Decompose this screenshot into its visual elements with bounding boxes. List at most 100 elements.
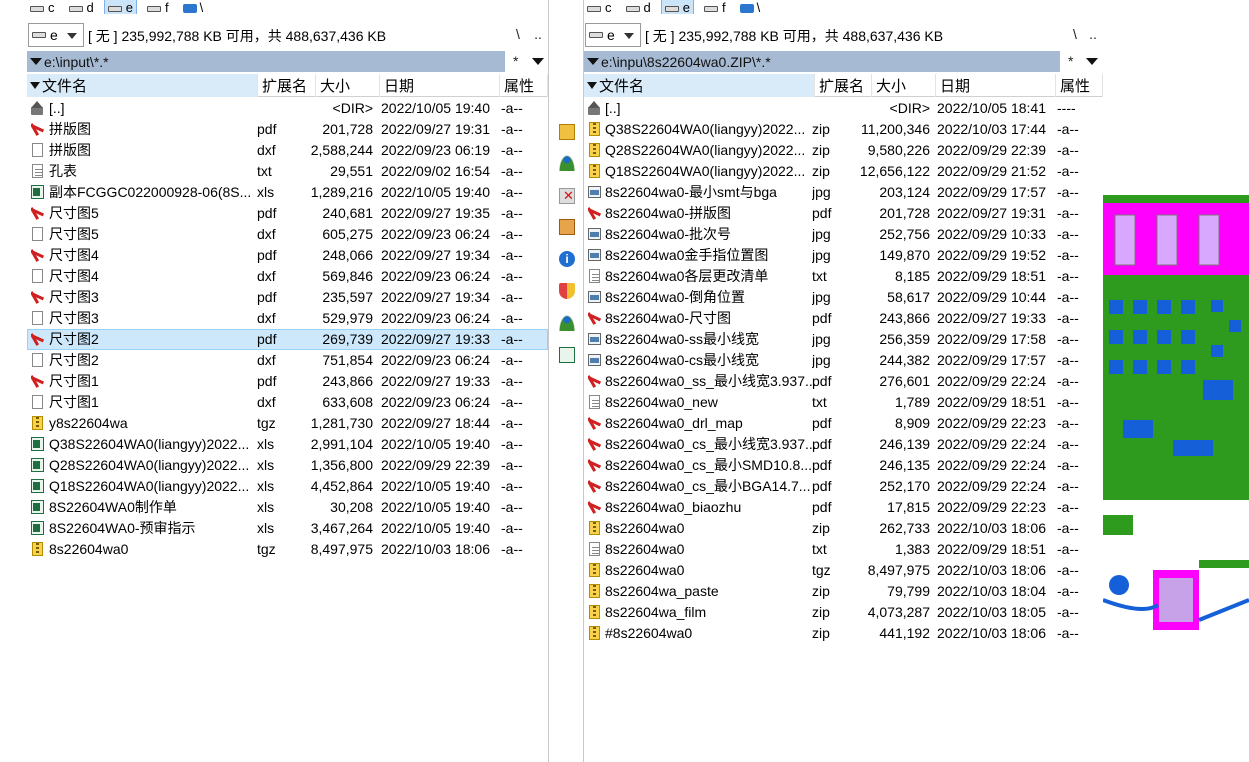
file-row[interactable]: 尺寸图4 dxf 569,846 2022/09/23 06:24 -a-- (27, 266, 548, 287)
file-row[interactable]: 8s22604wa0-批次号 jpg 252,756 2022/09/29 10:33… (584, 224, 1103, 245)
mail-icon[interactable] (559, 124, 575, 140)
filter-dropdown-icon[interactable] (1086, 58, 1098, 65)
file-row[interactable]: Q28S22604WA0(liangyy)2022... zip 9,580,226… (584, 140, 1103, 161)
file-row[interactable]: 拼版图 pdf 201,728 2022/09/27 19:31 -a-- (27, 119, 548, 140)
file-row[interactable]: #8s22604wa0 zip 441,192 2022/10/03 18:06 -a-… (584, 623, 1103, 644)
column-size[interactable]: 大小 (316, 74, 380, 97)
file-row[interactable]: Q38S22604WA0(liangyy)2022... zip 11,200,34… (584, 119, 1103, 140)
file-size: 569,846 (322, 268, 373, 284)
drive-button-network[interactable]: \ (180, 0, 207, 14)
archive-icon (589, 605, 600, 619)
file-row[interactable]: 8s22604wa0 tgz 8,497,975 2022/10/03 18:06 -a… (27, 539, 548, 560)
filter-button[interactable]: * (513, 53, 518, 69)
file-row[interactable]: [..] <DIR> 2022/10/05 18:41 ---- (584, 98, 1103, 119)
file-row[interactable]: 8s22604wa_film zip 4,073,287 2022/10/03 18:… (584, 602, 1103, 623)
pcb-cam-view[interactable] (1103, 0, 1249, 762)
file-row[interactable]: 尺寸图1 dxf 633,608 2022/09/23 06:24 -a-- (27, 392, 548, 413)
file-row[interactable]: 8S22604WA0-预审指示 xls 3,467,264 2022/10/05 19… (27, 518, 548, 539)
path-field[interactable]: e:\inpu\8s22604wa0.ZIP\*.* (584, 51, 1060, 72)
drive-button-e[interactable]: e (660, 0, 694, 14)
file-row[interactable]: 8s22604wa0_biaozhu pdf 17,815 2022/09/29 22… (584, 497, 1103, 518)
column-attr[interactable]: 属性 (1056, 74, 1103, 97)
pdf-icon (588, 374, 602, 389)
users-icon[interactable] (559, 155, 575, 171)
file-row[interactable]: 尺寸图2 dxf 751,854 2022/09/23 06:24 -a-- (27, 350, 548, 371)
drive-select[interactable]: e (28, 23, 84, 47)
file-size: 605,275 (322, 226, 373, 242)
file-row[interactable]: 尺寸图1 pdf 243,866 2022/09/27 19:33 -a-- (27, 371, 548, 392)
file-row[interactable]: 8s22604wa0_ss_最小线宽3.937... pdf 276,601 2022… (584, 371, 1103, 392)
photo-icon[interactable] (559, 219, 575, 235)
file-row[interactable]: 8s22604wa0_new txt 1,789 2022/09/29 18:51 -a… (584, 392, 1103, 413)
file-row[interactable]: 8s22604wa0_cs_最小SMD10.8... pdf 246,135 2022… (584, 455, 1103, 476)
file-row[interactable]: Q18S22604WA0(liangyy)2022... xls 4,452,864… (27, 476, 548, 497)
file-row[interactable]: 尺寸图3 dxf 529,979 2022/09/23 06:24 -a-- (27, 308, 548, 329)
filter-button[interactable]: * (1068, 53, 1073, 69)
file-row[interactable]: 孔表 txt 29,551 2022/09/02 16:54 -a-- (27, 161, 548, 182)
file-row[interactable]: Q28S22604WA0(liangyy)2022... xls 1,356,800… (27, 455, 548, 476)
delete-icon[interactable] (559, 188, 575, 204)
drive-button-c[interactable]: c (584, 0, 615, 14)
up-button[interactable]: .. (529, 26, 547, 42)
file-row[interactable]: 8s22604wa0-倒角位置 jpg 58,617 2022/09/29 10:44… (584, 287, 1103, 308)
file-name: 8s22604wa0-拼版图 (605, 205, 732, 221)
drive-button-network[interactable]: \ (737, 0, 764, 14)
filter-dropdown-icon[interactable] (532, 58, 544, 65)
column-attr[interactable]: 属性 (500, 74, 548, 97)
file-row[interactable]: 8s22604wa0 tgz 8,497,975 2022/10/03 18:06 -a… (584, 560, 1103, 581)
column-ext[interactable]: 扩展名 (815, 74, 872, 97)
drive-button-f[interactable]: f (701, 0, 729, 14)
root-button[interactable]: \ (509, 26, 527, 42)
drive-button-f[interactable]: f (144, 0, 172, 14)
column-date[interactable]: 日期 (380, 74, 500, 97)
file-row[interactable]: 尺寸图5 dxf 605,275 2022/09/23 06:24 -a-- (27, 224, 548, 245)
drive-button-e[interactable]: e (103, 0, 137, 14)
file-row[interactable]: 8s22604wa0-尺寸图 pdf 243,866 2022/09/27 19:33… (584, 308, 1103, 329)
file-row[interactable]: 8s22604wa0-cs最小线宽 jpg 244,382 2022/09/29 17… (584, 350, 1103, 371)
file-row[interactable]: [..] <DIR> 2022/10/05 19:40 -a-- (27, 98, 548, 119)
history-dropdown-icon[interactable] (30, 58, 42, 65)
file-row[interactable]: 8s22604wa0-ss最小线宽 jpg 256,359 2022/09/29 17… (584, 329, 1103, 350)
column-date[interactable]: 日期 (936, 74, 1056, 97)
column-name[interactable]: 文件名 (584, 74, 815, 97)
excel-icon[interactable] (559, 347, 575, 363)
root-button[interactable]: \ (1066, 26, 1084, 42)
file-row[interactable]: 8S22604WA0制作单 xls 30,208 2022/10/05 19:40 -a… (27, 497, 548, 518)
info-icon[interactable]: i (559, 251, 575, 267)
file-row[interactable]: 8s22604wa0 zip 262,733 2022/10/03 18:06 -a-- (584, 518, 1103, 539)
file-row[interactable]: 尺寸图3 pdf 235,597 2022/09/27 19:34 -a-- (27, 287, 548, 308)
users-icon[interactable] (559, 315, 575, 331)
file-row[interactable]: 副本FCGGC022000928-06(8S... xls 1,289,216 202… (27, 182, 548, 203)
file-row[interactable]: 8s22604wa0_cs_最小线宽3.937... pdf 246,139 2022… (584, 434, 1103, 455)
file-row[interactable]: 8s22604wa0_drl_map pdf 8,909 2022/09/29 22:… (584, 413, 1103, 434)
drive-button-c[interactable]: c (27, 0, 58, 14)
file-row[interactable]: 8s22604wa0金手指位置图 jpg 149,870 2022/09/29 19:… (584, 245, 1103, 266)
file-row[interactable]: 8s22604wa0-拼版图 pdf 201,728 2022/09/27 19:31… (584, 203, 1103, 224)
drive-button-d[interactable]: d (66, 0, 97, 14)
pdf-icon (588, 416, 602, 431)
file-row[interactable]: 拼版图 dxf 2,588,244 2022/09/23 06:19 -a-- (27, 140, 548, 161)
history-dropdown-icon[interactable] (587, 58, 599, 65)
file-row[interactable]: 8s22604wa0-最小smt与bga jpg 203,124 2022/09/29… (584, 182, 1103, 203)
file-row[interactable]: 尺寸图4 pdf 248,066 2022/09/27 19:34 -a-- (27, 245, 548, 266)
path-field[interactable]: e:\input\*.* (27, 51, 505, 72)
file-row[interactable]: 8s22604wa0_cs_最小BGA14.7... pdf 252,170 2022… (584, 476, 1103, 497)
column-name[interactable]: 文件名 (27, 74, 258, 97)
file-row[interactable]: 尺寸图5 pdf 240,681 2022/09/27 19:35 -a-- (27, 203, 548, 224)
file-row[interactable]: 尺寸图2 pdf 269,739 2022/09/27 19:33 -a-- (27, 329, 548, 350)
file-row[interactable]: Q18S22604WA0(liangyy)2022... zip 12,656,12… (584, 161, 1103, 182)
column-ext-label: 扩展名 (262, 78, 308, 95)
up-button[interactable]: .. (1084, 26, 1102, 42)
drive-select[interactable]: e (585, 23, 641, 47)
file-ext: pdf (257, 373, 277, 389)
shield-icon[interactable] (559, 283, 575, 299)
column-size[interactable]: 大小 (872, 74, 936, 97)
file-row[interactable]: y8s22604wa tgz 1,281,730 2022/09/27 18:44 -a… (27, 413, 548, 434)
drive-button-d[interactable]: d (623, 0, 654, 14)
file-row[interactable]: Q38S22604WA0(liangyy)2022... xls 2,991,104… (27, 434, 548, 455)
column-ext[interactable]: 扩展名 (258, 74, 316, 97)
file-row[interactable]: 8s22604wa_paste zip 79,799 2022/10/03 18:04… (584, 581, 1103, 602)
file-row[interactable]: 8s22604wa0 txt 1,383 2022/09/29 18:51 -a-- (584, 539, 1103, 560)
text-file-icon (32, 164, 43, 178)
file-row[interactable]: 8s22604wa0各层更改清单 txt 8,185 2022/09/29 18:51… (584, 266, 1103, 287)
